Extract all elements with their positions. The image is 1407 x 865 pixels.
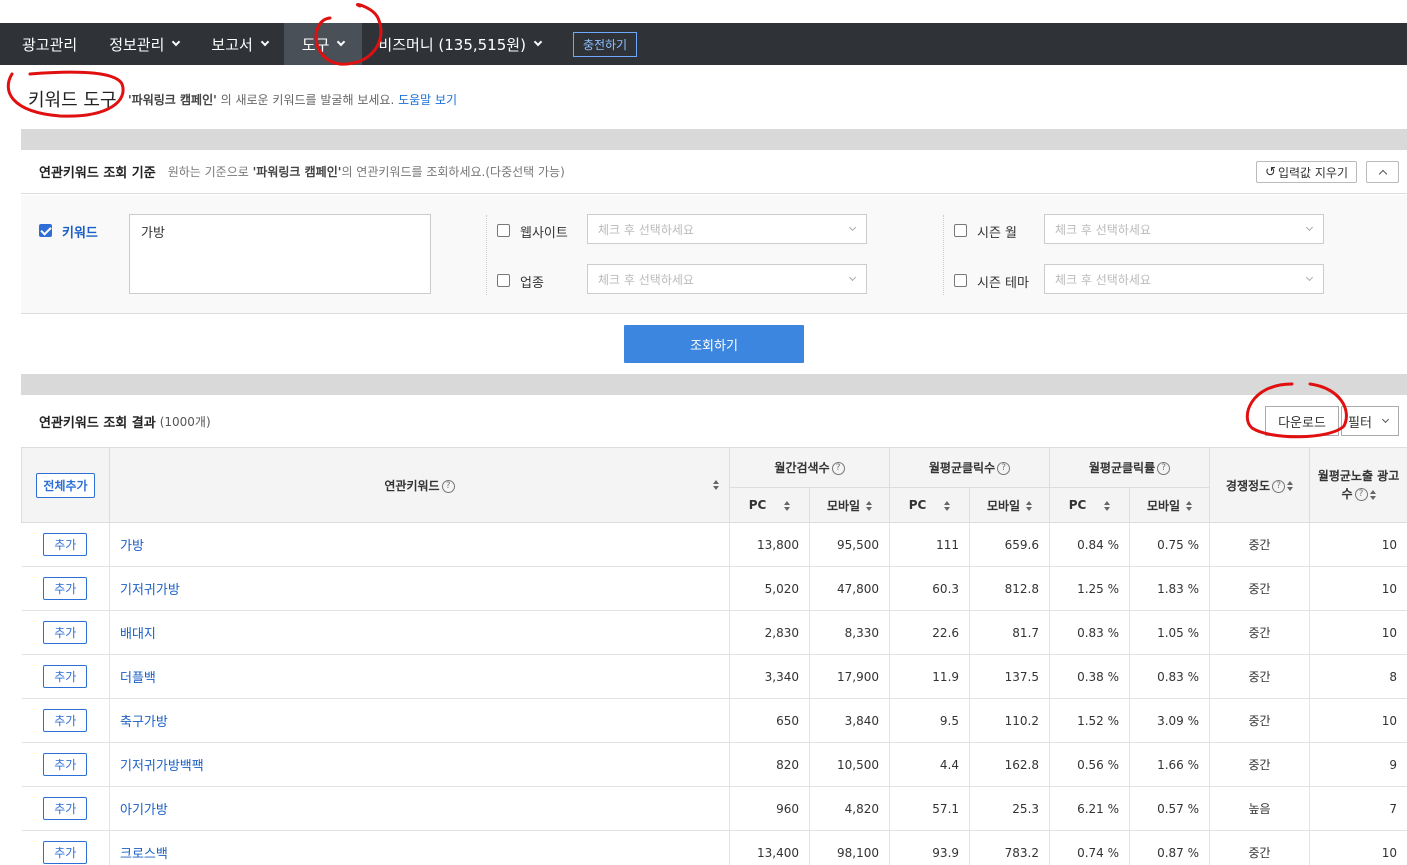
annotation-circle-download: [1245, 382, 1348, 439]
annotation-circle-title: [6, 70, 125, 118]
annotation-layer: [6, 3, 1348, 439]
annotation-circle-tools: [314, 3, 383, 66]
